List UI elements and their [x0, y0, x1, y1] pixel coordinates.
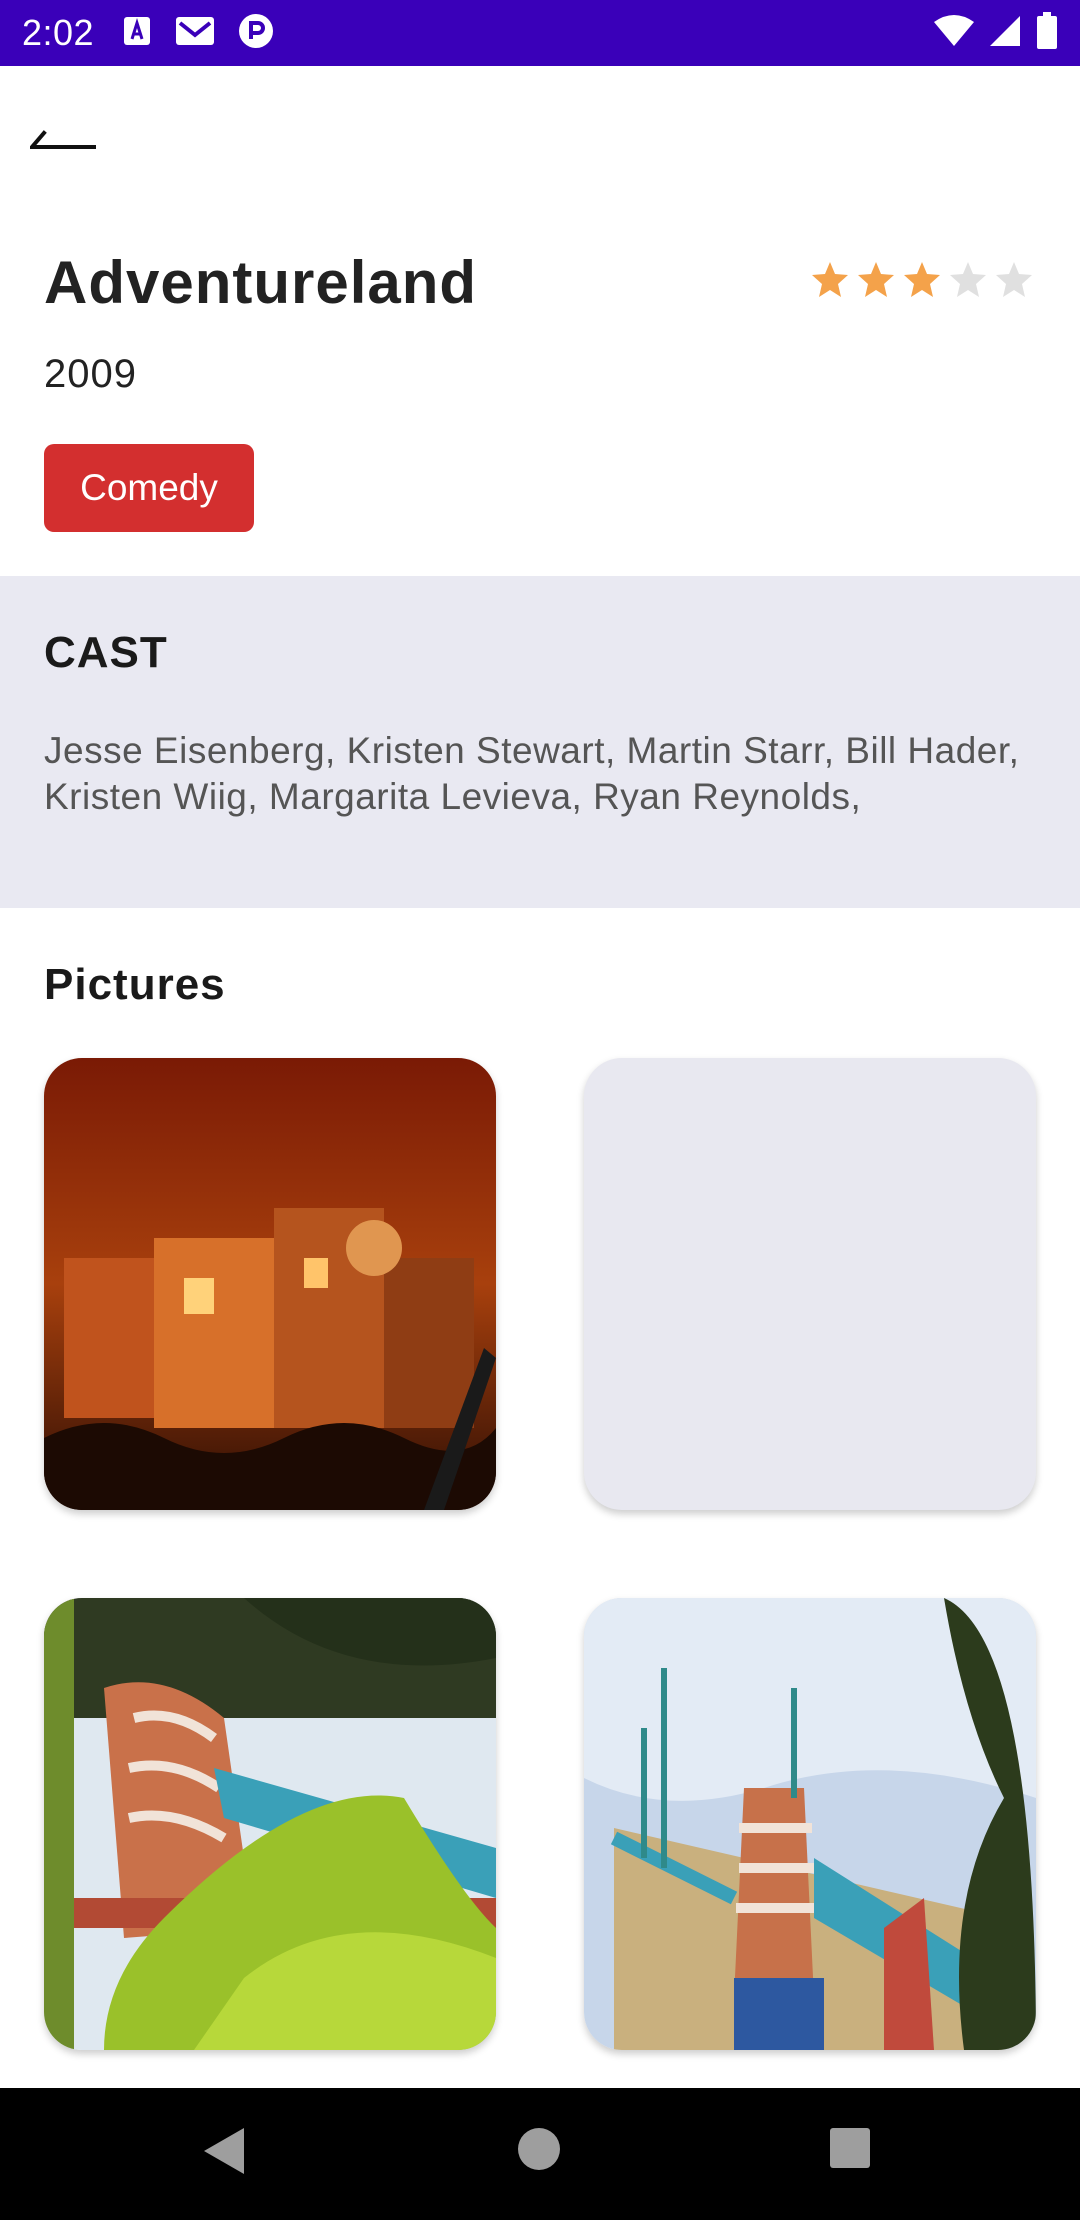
movie-year: 2009 — [44, 352, 137, 396]
star-filled-icon — [904, 262, 940, 297]
back-arrow-icon — [27, 123, 96, 168]
notification-icons — [122, 13, 274, 54]
system-icons — [934, 12, 1058, 55]
wifi-icon — [934, 14, 974, 53]
star-rating — [810, 260, 1034, 300]
star-filled-icon — [812, 262, 848, 297]
battery-icon — [1036, 12, 1058, 55]
picture-placeholder[interactable] — [584, 1058, 1036, 1510]
a-square-icon — [122, 15, 152, 52]
picture-thumbnail[interactable] — [44, 1058, 496, 1510]
nav-recents-icon[interactable] — [828, 2126, 872, 2175]
star-empty-icon — [950, 262, 986, 297]
pictures-heading: Pictures — [44, 960, 226, 1009]
picture-image — [44, 1058, 496, 1510]
movie-title: Adventureland — [44, 249, 478, 316]
picture-image — [584, 1598, 1036, 2050]
cell-signal-icon — [988, 14, 1022, 53]
cast-section: CAST Jesse Eisenberg, Kristen Stewart, M… — [0, 576, 1080, 908]
gmail-icon — [174, 15, 216, 52]
picture-thumbnail[interactable] — [44, 1598, 496, 2050]
picture-image — [44, 1598, 496, 2050]
nav-home-icon[interactable] — [516, 2126, 562, 2177]
nav-back-icon[interactable] — [202, 2126, 246, 2181]
status-bar: 2:02 — [0, 0, 1080, 66]
back-button[interactable] — [27, 110, 120, 180]
star-filled-icon — [858, 262, 894, 297]
picture-thumbnail[interactable] — [584, 1598, 1036, 2050]
cast-heading: CAST — [44, 628, 168, 677]
status-time: 2:02 — [22, 12, 95, 53]
genre-chip[interactable]: Comedy — [44, 444, 254, 532]
star-empty-icon — [996, 262, 1032, 297]
app-p-icon — [238, 13, 274, 54]
cast-list: Jesse Eisenberg, Kristen Stewart, Martin… — [44, 730, 1020, 817]
system-nav-bar — [0, 2088, 1080, 2220]
